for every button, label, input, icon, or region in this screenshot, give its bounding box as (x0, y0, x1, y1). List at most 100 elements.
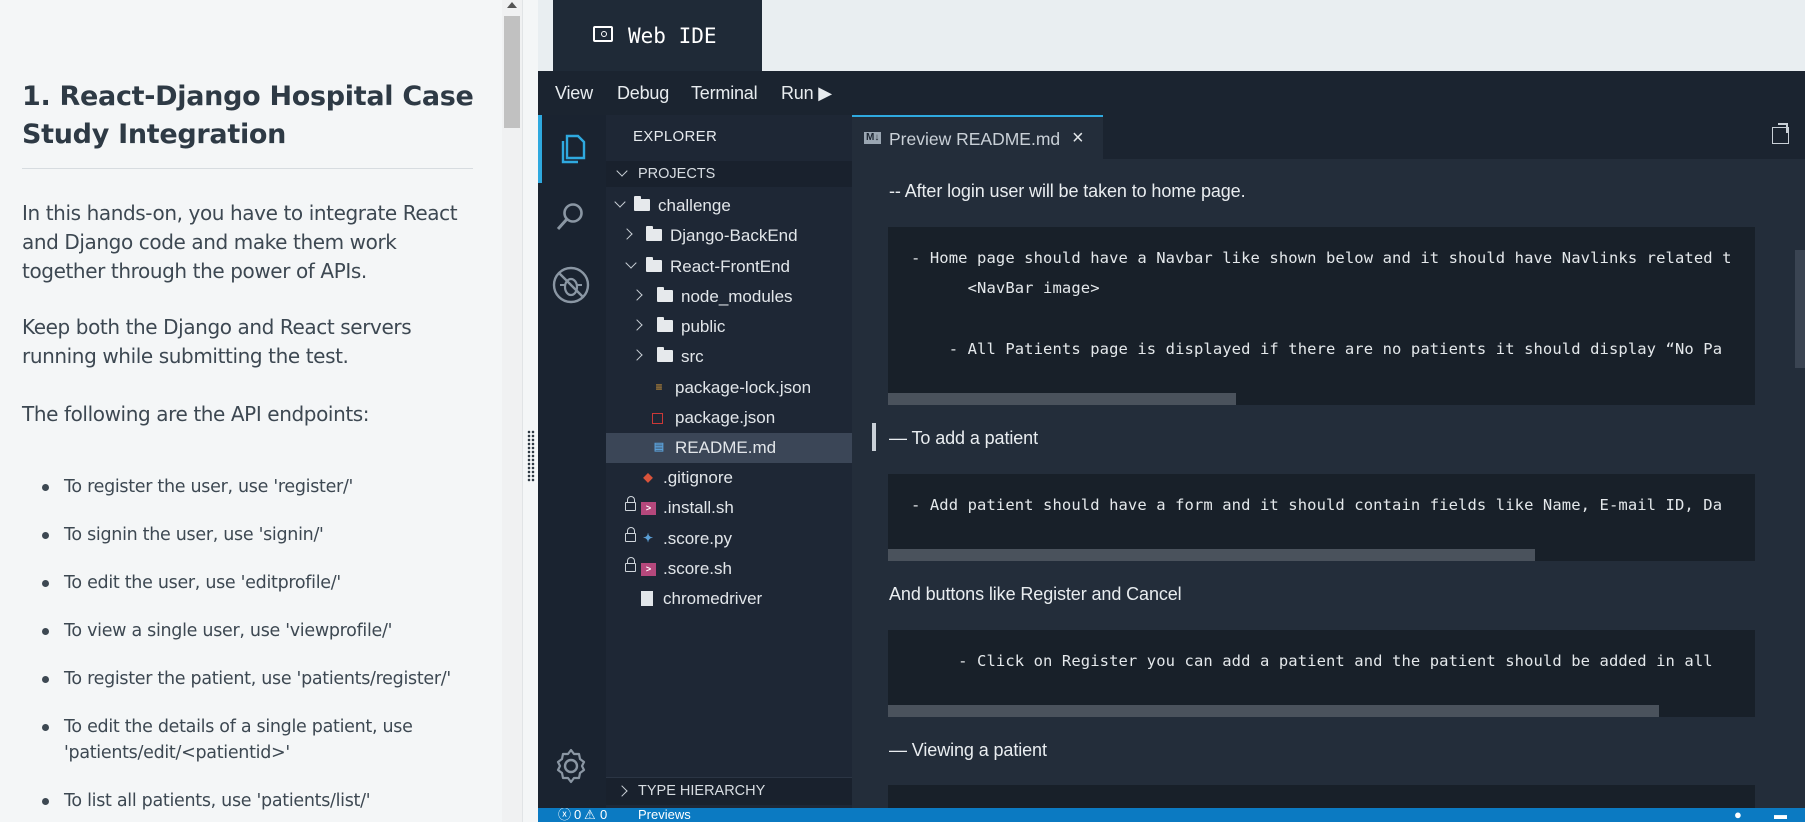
debug-icon (552, 266, 590, 304)
folder-icon (646, 226, 662, 241)
tree-item-package-json[interactable]: package.json (606, 403, 852, 433)
files-icon (561, 134, 586, 164)
folder-icon (657, 317, 673, 332)
intro-paragraph: In this hands-on, you have to integrate … (22, 201, 458, 283)
chevron-right-icon (631, 349, 643, 361)
menu-debug[interactable]: Debug (617, 83, 669, 104)
chevron-right-icon (631, 319, 643, 331)
web-ide-tab[interactable]: Web IDE (553, 0, 762, 71)
tree-item-package-lock[interactable]: ≡ package-lock.json (606, 373, 852, 403)
tree-item-src[interactable]: src (606, 342, 852, 372)
web-ide-tab-label: Web IDE (628, 24, 717, 48)
list-item: To edit the user, use 'editprofile/' (22, 570, 482, 596)
tree-item-score-py[interactable]: ✦ .score.py (606, 524, 852, 554)
error-icon[interactable]: ⓧ (558, 808, 571, 822)
file-icon (641, 591, 653, 606)
lock-icon (625, 557, 636, 572)
horizontal-scrollbar[interactable] (888, 705, 1659, 717)
search-icon (556, 203, 583, 231)
lock-icon (625, 527, 636, 542)
endpoints-heading: The following are the API endpoints: (22, 402, 370, 426)
code-line: - All Patients page is displayed if ther… (911, 340, 1723, 358)
lock-icon (625, 496, 636, 511)
activity-bar (538, 115, 606, 808)
folder-icon (657, 347, 673, 362)
endpoints-list: To register the user, use 'register/' To… (22, 474, 482, 822)
editor-vertical-scrollbar[interactable] (1795, 250, 1805, 368)
gear-icon (556, 748, 586, 784)
menu-terminal[interactable]: Terminal (691, 83, 758, 104)
preview-paragraph: — Viewing a patient (889, 740, 1047, 760)
projects-section-header[interactable]: PROJECTS (606, 161, 852, 187)
bullet-icon (42, 532, 49, 539)
code-block: - Add patient should have a form and it … (888, 474, 1755, 561)
scroll-up-icon[interactable] (507, 2, 517, 8)
code-block (888, 785, 1755, 808)
warning-icon[interactable]: ⚠ (584, 808, 596, 822)
settings-activity-button[interactable] (538, 735, 606, 803)
explorer-sidebar: EXPLORER PROJECTS challenge Django-BackE… (606, 115, 852, 808)
debug-activity-button[interactable] (538, 253, 606, 321)
drag-handle-icon[interactable] (527, 430, 535, 482)
instructions-scrollbar[interactable] (502, 0, 522, 822)
horizontal-scrollbar[interactable] (888, 393, 1236, 405)
panel-icon[interactable]: ▬ (1774, 808, 1787, 822)
tree-item-score-sh[interactable]: > .score.sh (606, 554, 852, 584)
tree-item-react-frontend[interactable]: React-FrontEnd (606, 252, 852, 282)
tree-item-public[interactable]: public (606, 312, 852, 342)
code-line: <NavBar image> (911, 279, 1100, 297)
editor-area: M↓ Preview README.md × -- After login us… (852, 115, 1805, 808)
chevron-right-icon (621, 228, 633, 240)
bell-icon[interactable]: ● (1734, 808, 1742, 822)
explorer-title: EXPLORER (633, 128, 718, 145)
editor-tabs: M↓ Preview README.md × (852, 115, 1805, 159)
chevron-down-icon (625, 257, 637, 269)
tree-item-install-sh[interactable]: > .install.sh (606, 493, 852, 523)
instructions-title: 1. React-Django Hospital Case Study Inte… (22, 81, 474, 150)
python-file-icon: ✦ (642, 531, 654, 545)
chevron-down-icon (614, 196, 626, 208)
code-line: - Add patient should have a form and it … (911, 496, 1723, 514)
close-icon[interactable]: × (1072, 127, 1084, 150)
bullet-icon (42, 484, 49, 491)
tab-preview-readme[interactable]: M↓ Preview README.md × (852, 115, 1103, 159)
tree-item-node-modules[interactable]: node_modules (606, 282, 852, 312)
previews-label[interactable]: Previews (638, 808, 691, 822)
tab-label: Preview README.md (889, 129, 1061, 149)
tree-item-gitignore[interactable]: ◆ .gitignore (606, 463, 852, 493)
chevron-right-icon (616, 785, 628, 797)
open-source-icon[interactable] (1772, 123, 1789, 144)
list-item: To list all patients, use 'patients/list… (22, 788, 482, 814)
blockquote-marker (872, 423, 876, 451)
list-item: To register the patient, use 'patients/r… (22, 666, 482, 692)
list-item: To register the user, use 'register/' (22, 474, 482, 500)
tree-item-django-backend[interactable]: Django-BackEnd (606, 221, 852, 251)
markdown-file-icon: ▤ (653, 441, 665, 453)
search-activity-button[interactable] (538, 184, 606, 252)
tree-item-challenge[interactable]: challenge (606, 191, 852, 221)
bullet-icon (42, 798, 49, 805)
shell-file-icon: > (641, 563, 656, 576)
panel-resize-divider[interactable] (522, 0, 538, 822)
scrollbar-thumb[interactable] (504, 16, 520, 128)
code-line: - Home page should have a Navbar like sh… (911, 249, 1732, 267)
bullet-icon (42, 628, 49, 635)
status-bar: ⓧ 0 ⚠ 0 Previews ● ▬ (538, 808, 1805, 822)
warning-count: 0 (600, 808, 608, 822)
menu-view[interactable]: View (555, 83, 593, 104)
horizontal-scrollbar[interactable] (888, 549, 1535, 561)
menu-run[interactable]: Run ▶ (781, 83, 832, 104)
explorer-activity-button[interactable] (538, 115, 606, 183)
shell-file-icon: > (641, 502, 656, 515)
tree-item-readme[interactable]: ▤ README.md (606, 433, 852, 463)
tree-item-chromedriver[interactable]: chromedriver (606, 584, 852, 614)
projects-section-label: PROJECTS (638, 166, 716, 182)
database-file-icon: ≡ (655, 380, 663, 394)
error-count: 0 (574, 808, 582, 822)
instructions-panel: 1. React-Django Hospital Case Study Inte… (0, 0, 502, 822)
type-hierarchy-section-header[interactable]: TYPE HIERARCHY (606, 777, 852, 805)
keep-running-paragraph: Keep both the Django and React servers r… (22, 315, 412, 368)
folder-icon (646, 257, 662, 272)
list-item: To edit the details of a single patient,… (22, 714, 422, 766)
bullet-icon (42, 676, 49, 683)
